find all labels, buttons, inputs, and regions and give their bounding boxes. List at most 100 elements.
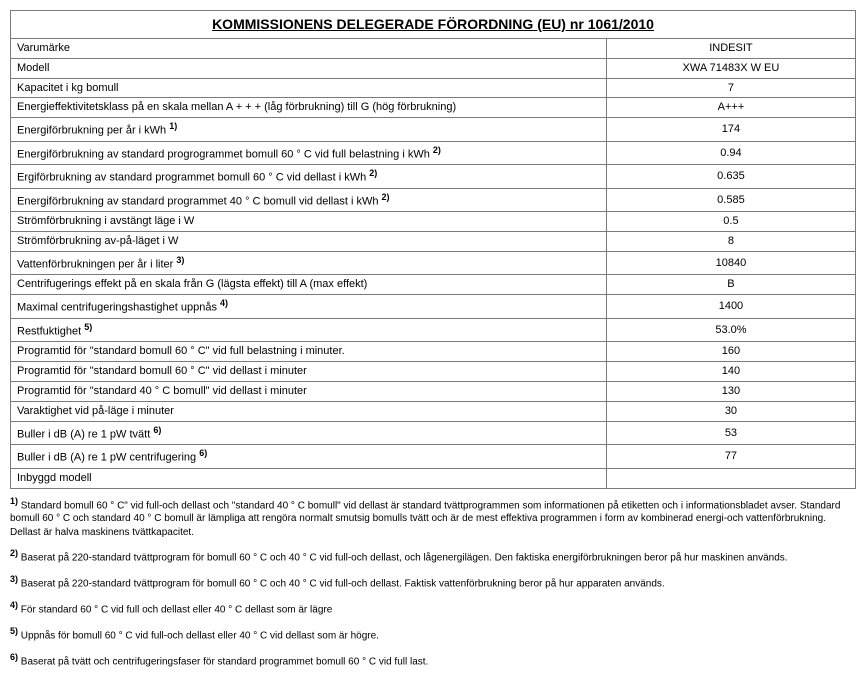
row-label: Centrifugerings effekt på en skala från …	[11, 275, 607, 295]
row-ref: 5)	[84, 322, 92, 332]
row-label-text: Programtid för "standard bomull 60 ° C" …	[17, 345, 345, 357]
row-label-text: Kapacitet i kg bomull	[17, 82, 119, 94]
row-label-text: Energiförbrukning per år i kWh	[17, 125, 169, 137]
row-label: Programtid för "standard 40 ° C bomull" …	[11, 381, 607, 401]
table-row: Energiförbrukning per år i kWh 1)174	[11, 118, 856, 142]
footnote-text: Baserat på tvätt och centrifugeringsfase…	[18, 656, 428, 667]
row-label: Strömförbrukning av-på-läget i W	[11, 232, 607, 252]
row-label-text: Strömförbrukning i avstängt läge i W	[17, 215, 194, 227]
row-value: XWA 71483X W EU	[606, 58, 855, 78]
row-ref: 6)	[199, 448, 207, 458]
footnote-ref: 1)	[10, 496, 18, 506]
row-value	[606, 468, 855, 488]
row-value: 1400	[606, 295, 855, 319]
table-row: Modell XWA 71483X W EU	[11, 58, 856, 78]
row-label-text: Varumärke	[17, 42, 70, 54]
row-label: Programtid för "standard bomull 60 ° C" …	[11, 342, 607, 362]
row-ref: 2)	[369, 168, 377, 178]
row-label-text: Varaktighet vid på-läge i minuter	[17, 405, 174, 417]
footnote-text: Baserat på 220-standard tvättprogram för…	[18, 579, 665, 590]
table-row: Kapacitet i kg bomull 7	[11, 78, 856, 98]
regulation-table: KOMMISSIONENS DELEGERADE FÖRORDNING (EU)…	[10, 10, 856, 489]
row-label: Maximal centrifugeringshastighet uppnås …	[11, 295, 607, 319]
footnote-ref: 4)	[10, 600, 18, 610]
footnote: 2) Baserat på 220-standard tvättprogram …	[10, 547, 856, 565]
row-label: Varaktighet vid på-läge i minuter	[11, 401, 607, 421]
row-label-text: Maximal centrifugeringshastighet uppnås	[17, 302, 220, 314]
row-label: Ergiförbrukning av standard programmet b…	[11, 165, 607, 189]
row-value: 10840	[606, 251, 855, 275]
row-value: 0.5	[606, 212, 855, 232]
footnote-text: Baserat på 220-standard tvättprogram för…	[18, 553, 788, 564]
row-label: Inbyggd modell	[11, 468, 607, 488]
row-label: Kapacitet i kg bomull	[11, 78, 607, 98]
table-row: Vattenförbrukningen per år i liter 3)108…	[11, 251, 856, 275]
row-label: Buller i dB (A) re 1 pW centrifugering 6…	[11, 445, 607, 469]
row-label: Buller i dB (A) re 1 pW tvätt 6)	[11, 421, 607, 445]
row-value: 174	[606, 118, 855, 142]
row-label: Modell	[11, 58, 607, 78]
row-label-text: Vattenförbrukningen per år i liter	[17, 259, 176, 271]
row-value: INDESIT	[606, 38, 855, 58]
row-label-text: Programtid för "standard bomull 60 ° C" …	[17, 365, 307, 377]
table-row: Strömförbrukning i avstängt läge i W 0.5	[11, 212, 856, 232]
row-label-text: Modell	[17, 62, 49, 74]
row-label-text: Buller i dB (A) re 1 pW tvätt	[17, 428, 153, 440]
footnote: 5) Uppnås för bomull 60 ° C vid full-och…	[10, 625, 856, 643]
row-label-text: Buller i dB (A) re 1 pW centrifugering	[17, 452, 199, 464]
row-label: Restfuktighet 5)	[11, 318, 607, 342]
table-row: Programtid för "standard bomull 60 ° C" …	[11, 362, 856, 382]
footnote-text: Uppnås för bomull 60 ° C vid full-och de…	[18, 630, 379, 641]
footnote: 1) Standard bomull 60 ° C" vid full-och …	[10, 495, 856, 540]
table-row: Varumärke INDESIT	[11, 38, 856, 58]
footnote-text: För standard 60 ° C vid full och dellast…	[18, 604, 332, 615]
table-row: Energiförbrukning av standard programmet…	[11, 188, 856, 212]
row-label-text: Inbyggd modell	[17, 472, 92, 484]
row-ref: 1)	[169, 121, 177, 131]
row-value: 7	[606, 78, 855, 98]
table-row: Programtid för "standard 40 ° C bomull" …	[11, 381, 856, 401]
table-row: Energiförbrukning av standard progrogram…	[11, 141, 856, 165]
row-label-text: Restfuktighet	[17, 325, 84, 337]
row-value: 77	[606, 445, 855, 469]
row-label: Vattenförbrukningen per år i liter 3)	[11, 251, 607, 275]
table-row: Strömförbrukning av-på-läget i W8	[11, 232, 856, 252]
footnote-text: Standard bomull 60 ° C" vid full-och del…	[10, 500, 840, 538]
row-value: 0.635	[606, 165, 855, 189]
row-value: 140	[606, 362, 855, 382]
row-ref: 4)	[220, 298, 228, 308]
row-label: Strömförbrukning i avstängt läge i W	[11, 212, 607, 232]
row-value: 53.0%	[606, 318, 855, 342]
row-value: 0.585	[606, 188, 855, 212]
row-value: 30	[606, 401, 855, 421]
row-label: Energiförbrukning av standard programmet…	[11, 188, 607, 212]
footnote: 4) För standard 60 ° C vid full och dell…	[10, 599, 856, 617]
row-label-text: Energiförbrukning av standard programmet…	[17, 195, 382, 207]
table-row: Energieffektivitetsklass på en skala mel…	[11, 98, 856, 118]
row-ref: 2)	[433, 145, 441, 155]
table-row: Centrifugerings effekt på en skala från …	[11, 275, 856, 295]
row-label: Varumärke	[11, 38, 607, 58]
row-label: Energiförbrukning per år i kWh 1)	[11, 118, 607, 142]
table-row: Buller i dB (A) re 1 pW tvätt 6)53	[11, 421, 856, 445]
row-label: Energiförbrukning av standard progrogram…	[11, 141, 607, 165]
footnote: 6) Baserat på tvätt och centrifugeringsf…	[10, 651, 856, 669]
table-row: Programtid för "standard bomull 60 ° C" …	[11, 342, 856, 362]
footnote-ref: 2)	[10, 548, 18, 558]
row-value: 160	[606, 342, 855, 362]
table-row: Varaktighet vid på-läge i minuter 30	[11, 401, 856, 421]
table-row: Buller i dB (A) re 1 pW centrifugering 6…	[11, 445, 856, 469]
footnote-ref: 6)	[10, 652, 18, 662]
row-label-text: Energieffektivitetsklass på en skala mel…	[17, 101, 456, 113]
row-label-text: Strömförbrukning av-på-läget i W	[17, 235, 178, 247]
row-label-text: Programtid för "standard 40 ° C bomull" …	[17, 385, 307, 397]
row-value: A+++	[606, 98, 855, 118]
table-title: KOMMISSIONENS DELEGERADE FÖRORDNING (EU)…	[11, 11, 856, 39]
table-row: Maximal centrifugeringshastighet uppnås …	[11, 295, 856, 319]
footnotes-block: 1) Standard bomull 60 ° C" vid full-och …	[10, 495, 856, 669]
row-ref: 3)	[176, 255, 184, 265]
table-row: Restfuktighet 5)53.0%	[11, 318, 856, 342]
table-row: Inbyggd modell	[11, 468, 856, 488]
row-label-text: Ergiförbrukning av standard programmet b…	[17, 172, 369, 184]
row-value: 130	[606, 381, 855, 401]
